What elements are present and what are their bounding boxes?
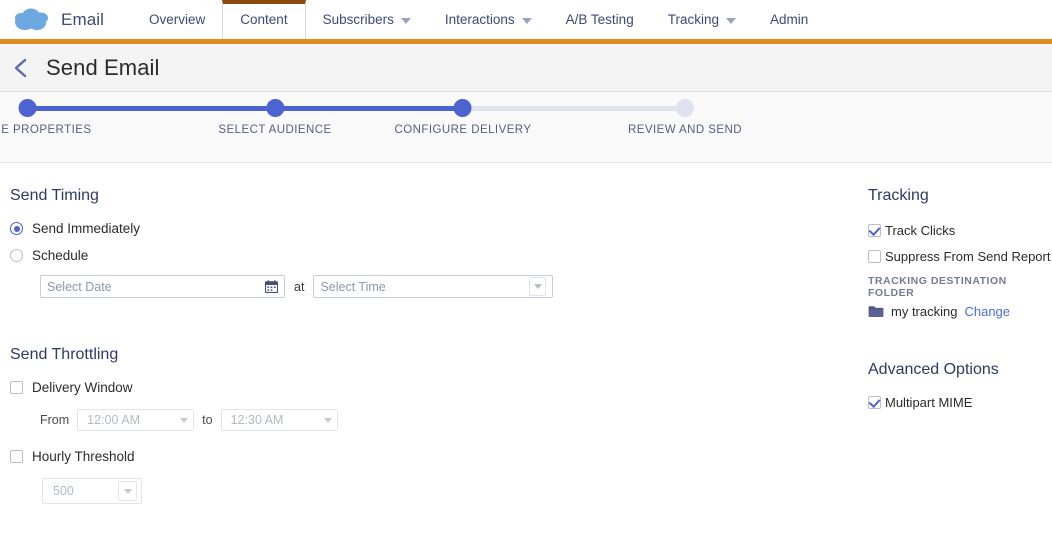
hourly-threshold-value: 500 xyxy=(53,484,74,498)
checkbox-hourly-threshold[interactable]: Hourly Threshold xyxy=(10,449,650,464)
caret-glyph xyxy=(123,488,132,494)
radio-button[interactable] xyxy=(10,222,23,235)
advanced-options-heading: Advanced Options xyxy=(868,361,999,378)
checkbox-label: Hourly Threshold xyxy=(32,449,135,464)
at-label: at xyxy=(294,279,305,294)
tracking-destination-folder-row: my tracking Change xyxy=(868,304,1052,319)
checkbox-box[interactable] xyxy=(868,250,881,263)
to-value: 12:30 AM xyxy=(230,413,284,427)
nav-tab-admin[interactable]: Admin xyxy=(753,0,825,39)
from-label: From xyxy=(40,413,70,427)
radio-button[interactable] xyxy=(10,249,23,262)
checkbox-label: Track Clicks xyxy=(885,223,956,238)
wizard-step-label: DEFINE PROPERTIES xyxy=(0,124,92,136)
nav-tab-interactions[interactable]: Interactions xyxy=(428,0,549,39)
wizard-step-review-and-send[interactable]: REVIEW AND SEND xyxy=(628,92,742,136)
checkbox-delivery-window[interactable]: Delivery Window xyxy=(10,380,650,395)
nav-tab-label: Content xyxy=(240,11,288,27)
delivery-window-from-select[interactable]: 12:00 AM xyxy=(77,409,195,431)
wizard-step-label: REVIEW AND SEND xyxy=(627,124,743,136)
calendar-icon[interactable] xyxy=(265,280,278,293)
page-titlebar: Send Email xyxy=(0,44,1052,92)
hourly-threshold-row: 500 xyxy=(42,478,650,504)
chevron-down-icon xyxy=(180,417,189,423)
back-chevron-icon[interactable] xyxy=(10,57,32,79)
hourly-threshold-stepper[interactable]: 500 xyxy=(42,478,142,504)
from-value: 12:00 AM xyxy=(87,413,140,427)
checkbox-box[interactable] xyxy=(868,396,881,409)
checkbox-track-clicks[interactable]: Track Clicks xyxy=(868,223,1052,238)
folder-icon xyxy=(868,305,884,318)
checkbox-box[interactable] xyxy=(10,450,23,463)
chevron-down-icon[interactable] xyxy=(529,277,547,296)
app-header: Email Overview Content Subscribers Inter… xyxy=(0,0,1052,44)
send-throttling-section: Send Throttling Delivery Window From 12:… xyxy=(10,346,650,504)
checkbox-label: Suppress From Send Report xyxy=(885,249,1051,264)
wizard-step-configure-delivery[interactable]: CONFIGURE DELIVERY xyxy=(395,92,532,136)
page-title: Send Email xyxy=(46,54,160,80)
chevron-down-icon xyxy=(400,17,411,24)
wizard-step-dot[interactable] xyxy=(19,99,37,117)
nav-tab-label: Tracking xyxy=(667,12,719,27)
tracking-destination-folder-label: TRACKING DESTINATION FOLDER xyxy=(868,275,1007,299)
wizard-step-label: SELECT AUDIENCE xyxy=(218,124,332,136)
nav-tab-content[interactable]: Content xyxy=(222,0,306,39)
nav-tab-ab-testing[interactable]: A/B Testing xyxy=(549,0,651,39)
wizard-step-define-properties[interactable]: DEFINE PROPERTIES xyxy=(0,92,91,136)
left-column: Send Timing Send Immediately Schedule Se… xyxy=(10,187,650,504)
radio-label: Send Immediately xyxy=(32,221,141,236)
checkbox-box[interactable] xyxy=(868,224,881,237)
send-throttling-heading: Send Throttling xyxy=(10,346,119,363)
nav-tab-overview[interactable]: Overview xyxy=(132,0,222,39)
nav-tab-tracking[interactable]: Tracking xyxy=(651,0,753,39)
wizard-progress: DEFINE PROPERTIES SELECT AUDIENCE CONFIG… xyxy=(0,92,1052,163)
select-date-placeholder: Select Date xyxy=(47,279,112,294)
chevron-down-icon xyxy=(725,17,736,24)
nav-tab-label: Overview xyxy=(149,12,206,27)
change-folder-link[interactable]: Change xyxy=(964,304,1010,319)
chevron-down-icon xyxy=(323,417,332,423)
nav-tab-label: Admin xyxy=(769,12,809,27)
schedule-datetime-row: Select Date at Select Time xyxy=(40,275,650,298)
to-label: to xyxy=(202,413,213,427)
folder-name: my tracking xyxy=(891,304,958,319)
wizard-step-dot[interactable] xyxy=(265,99,284,117)
chevron-down-icon[interactable] xyxy=(118,481,137,501)
delivery-window-to-select[interactable]: 12:30 AM xyxy=(220,409,338,431)
main-navigation: Overview Content Subscribers Interaction… xyxy=(132,0,825,39)
radio-schedule[interactable]: Schedule xyxy=(10,248,650,263)
send-timing-heading: Send Timing xyxy=(10,187,99,204)
wizard-step-dot[interactable] xyxy=(675,99,694,117)
wizard-step-dot[interactable] xyxy=(453,99,472,117)
salesforce-cloud-icon xyxy=(12,7,52,33)
advanced-options-section: Advanced Options Multipart MIME xyxy=(868,361,1052,410)
wizard-steps: DEFINE PROPERTIES SELECT AUDIENCE CONFIG… xyxy=(0,92,1052,162)
nav-tab-label: Interactions xyxy=(444,12,515,27)
delivery-window-range: From 12:00 AM to 12:30 AM xyxy=(40,409,650,431)
nav-tab-label: Subscribers xyxy=(322,12,394,27)
caret-glyph xyxy=(533,284,542,289)
select-date-input[interactable]: Select Date xyxy=(40,275,285,298)
main-content: Send Timing Send Immediately Schedule Se… xyxy=(0,163,1052,518)
checkbox-box[interactable] xyxy=(10,381,23,394)
select-time-placeholder: Select Time xyxy=(320,279,386,294)
tracking-heading: Tracking xyxy=(868,187,929,204)
nav-tab-label: A/B Testing xyxy=(565,12,634,27)
wizard-step-select-audience[interactable]: SELECT AUDIENCE xyxy=(218,92,331,136)
checkbox-label: Multipart MIME xyxy=(885,395,973,410)
brand: Email xyxy=(0,0,104,39)
radio-label: Schedule xyxy=(32,248,89,263)
nav-tab-subscribers[interactable]: Subscribers xyxy=(306,0,428,39)
radio-send-immediately[interactable]: Send Immediately xyxy=(10,221,650,236)
right-column: Tracking Track Clicks Suppress From Send… xyxy=(868,187,1052,421)
select-time-input[interactable]: Select Time xyxy=(313,275,554,298)
checkbox-multipart-mime[interactable]: Multipart MIME xyxy=(868,395,1052,410)
wizard-step-label: CONFIGURE DELIVERY xyxy=(394,124,532,136)
chevron-down-icon xyxy=(521,17,532,24)
brand-name: Email xyxy=(61,9,105,29)
checkbox-suppress-from-send-report[interactable]: Suppress From Send Report xyxy=(868,249,1052,264)
checkbox-label: Delivery Window xyxy=(32,380,133,395)
